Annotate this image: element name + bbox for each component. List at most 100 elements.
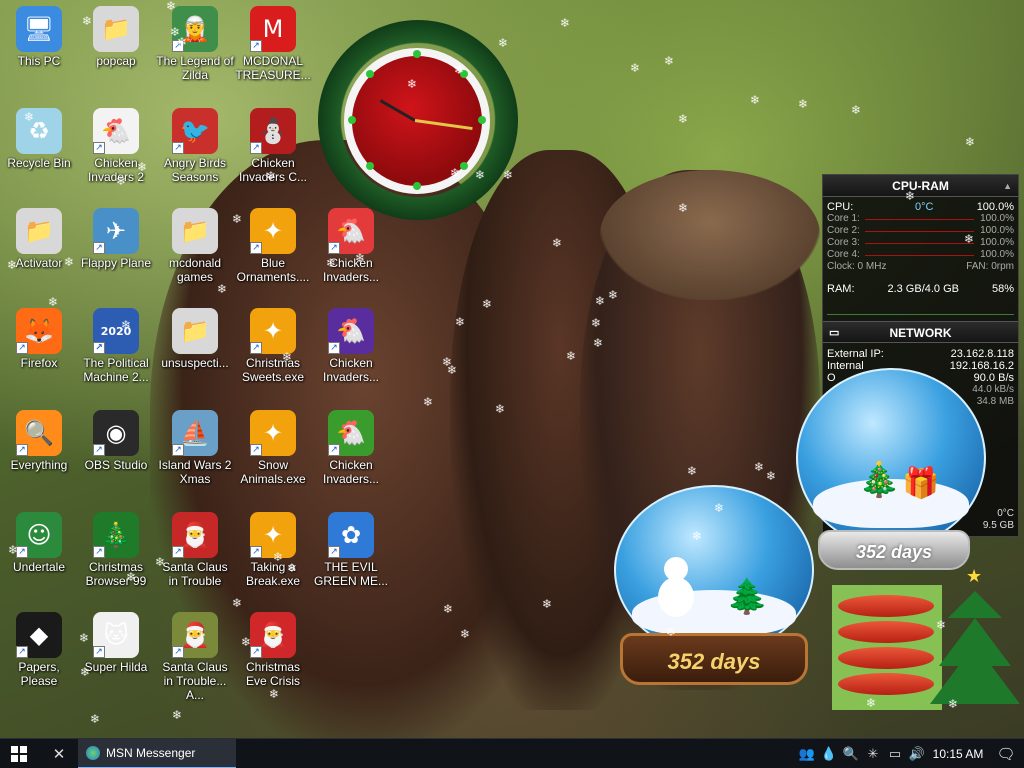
desktop-icon-label: THE EVIL GREEN ME... [313, 560, 388, 588]
folder-icon: 📁 [172, 208, 218, 254]
desktop-icon[interactable]: 2020 ↗ The Political Machine 2... [77, 306, 155, 402]
desktop-icon[interactable]: ✈ ↗ Flappy Plane [77, 206, 155, 302]
taskbar-clock[interactable]: 10:15 AM [928, 747, 988, 761]
desktop-icon[interactable]: 🎄 ↗ Christmas Browser 99 [77, 510, 155, 606]
fan-speed: FAN: 0rpm [966, 261, 1014, 272]
desktop-icon[interactable]: M ↗ MCDONAL TREASURE... [234, 4, 312, 100]
notification-icon[interactable]: 🗨 [988, 745, 1024, 763]
external-ip-value: 23.162.8.118 [950, 348, 1014, 360]
msn-messenger-icon [86, 746, 100, 760]
snowflake-icon: ❄ [566, 349, 577, 363]
network-icon[interactable]: ▭ [884, 746, 906, 762]
christmas-clock-widget[interactable] [318, 2, 518, 220]
desktop-icon[interactable]: 🐔 ↗ Chicken Invaders... [312, 408, 390, 504]
cpu-temp: 0°C [915, 201, 934, 213]
chicken-icon: 🐔 ↗ [328, 410, 374, 456]
countdown-label-large: 352 days [620, 633, 808, 685]
snowflake-icon: ❄ [630, 61, 641, 75]
desktop-icon[interactable]: ◆ ↗ Papers, Please [0, 610, 78, 706]
snow-globe-countdown-small[interactable]: 🎄 🎁 352 days [796, 368, 996, 588]
taskbar-app-msn-messenger[interactable]: MSN Messenger [78, 739, 236, 768]
snowflake-icon: ❄ [664, 54, 675, 68]
core-label: Core 1: [827, 213, 860, 224]
desktop-icon-label: mcdonald games [168, 256, 222, 284]
desktop-icon[interactable]: ⛵ ↗ Island Wars 2 Xmas [156, 408, 234, 504]
desktop-icon-label: Chicken Invaders... [322, 356, 380, 384]
desktop-icon[interactable]: 📁 Activator [0, 206, 78, 302]
angry-bird-icon: 🐦 ↗ [172, 108, 218, 154]
desktop-icon[interactable]: 🐔 ↗ Chicken Invaders... [312, 206, 390, 302]
water-drop-icon[interactable]: 💧 [818, 746, 840, 762]
snowflake-icon: ❄ [750, 93, 761, 107]
desktop-icon[interactable]: 🐦 ↗ Angry Birds Seasons [156, 106, 234, 202]
desktop-icon[interactable]: ✦ ↗ Snow Animals.exe [234, 408, 312, 504]
start-button[interactable] [0, 739, 38, 768]
desktop-icon-label: Chicken Invaders... [322, 256, 380, 284]
desktop-icon[interactable]: 🧝 ↗ The Legend of Zilda [156, 4, 234, 100]
shortcut-arrow-icon: ↗ [250, 646, 262, 658]
drive-temp: 0°C [997, 508, 1014, 519]
snowflake-icon: ❄ [8, 543, 19, 557]
snowflake-icon: ❄ [166, 0, 177, 13]
core-row: Core 2: 100.0% [823, 225, 1018, 237]
search-tray-icon[interactable]: 🔍 [840, 746, 862, 762]
desktop-icon[interactable]: 🖥 This PC [0, 4, 78, 100]
cpu-clock: Clock: 0 MHz [827, 261, 887, 272]
desktop-icon[interactable]: 🎅 ↗ Santa Claus in Trouble [156, 510, 234, 606]
snowflake-icon: ❄ [90, 712, 101, 726]
shortcut-arrow-icon: ↗ [250, 546, 262, 558]
obs-icon: ◉ ↗ [93, 410, 139, 456]
desktop-icon[interactable]: ♻ Recycle Bin [0, 106, 78, 202]
computer-icon: 🖥 [16, 6, 62, 52]
snowflake-icon: ❄ [964, 232, 975, 246]
desktop-icon[interactable]: ✦ ↗ Blue Ornaments.... [234, 206, 312, 302]
snowflake-icon: ❄ [326, 256, 337, 270]
desktop-icon[interactable]: 🔍 ↗ Everything [0, 408, 78, 504]
desktop-icon-label: The Political Machine 2... [83, 356, 149, 384]
desktop-icon[interactable]: 🎅 ↗ Santa Claus in Trouble... A... [156, 610, 234, 706]
core-value: 100.0% [980, 237, 1014, 248]
desktop-icon[interactable]: ✦ ↗ Christmas Sweets.exe [234, 306, 312, 402]
snowflake-icon: ❄ [475, 168, 486, 182]
snowflake-icon: ❄ [137, 160, 148, 174]
desktop-icon-label: Recycle Bin [7, 156, 71, 170]
people-icon[interactable]: 👥 [796, 746, 818, 762]
desktop-icon-label: Christmas Eve Crisis [245, 660, 300, 688]
collapse-arrow-icon[interactable]: ▲ [1003, 175, 1012, 197]
folder-icon: 📁 [16, 208, 62, 254]
volume-icon[interactable]: 🔊 [906, 746, 928, 762]
snowflake-icon: ❄ [443, 602, 454, 616]
desktop-icon[interactable]: ☺ ↗ Undertale [0, 510, 78, 606]
desktop-icon[interactable]: ◉ ↗ OBS Studio [77, 408, 155, 504]
ram-used: 2.3 GB/4.0 GB [887, 283, 959, 295]
clock-marker [478, 116, 486, 124]
desktop-icon[interactable]: ✿ ↗ THE EVIL GREEN ME... [312, 510, 390, 606]
firefox-icon: 🦊 ↗ [16, 308, 62, 354]
snowflake-icon: ❄ [455, 315, 466, 329]
snowflake-icon: ❄ [851, 103, 862, 117]
desktop-icon-label: MCDONAL TREASURE... [235, 54, 311, 82]
snowman-icon [656, 557, 696, 627]
core-value: 100.0% [980, 213, 1014, 224]
core-value: 100.0% [980, 225, 1014, 236]
snowflake-icon: ❄ [965, 135, 976, 149]
desktop-icon[interactable]: ⛄ ↗ Chicken Invaders C... [234, 106, 312, 202]
clock-marker [348, 116, 356, 124]
shortcut-arrow-icon: ↗ [328, 242, 340, 254]
shortcut-arrow-icon: ↗ [250, 444, 262, 456]
desktop-icon[interactable]: 🦊 ↗ Firefox [0, 306, 78, 402]
snow-globe-countdown-large[interactable]: 🌲 352 days [612, 485, 816, 697]
core-row: Core 3: 100.0% [823, 237, 1018, 249]
snowflake-icon: ❄ [560, 16, 571, 30]
shortcut-arrow-icon: ↗ [16, 646, 28, 658]
desktop-icon[interactable]: 🐔 ↗ Chicken Invaders... [312, 306, 390, 402]
core-row: Core 1: 100.0% [823, 213, 1018, 225]
desktop-icon[interactable]: 🐱 ↗ Super Hilda [77, 610, 155, 706]
snowflake-icon: ❄ [454, 63, 465, 77]
snowflake-icon: ❄ [678, 112, 689, 126]
desktop-icon[interactable]: 📁 unsuspecti... [156, 306, 234, 402]
santa-icon: 🎅 ↗ [250, 612, 296, 658]
snowflake-icon: ❄ [48, 295, 59, 309]
snowflake-icon[interactable]: ✳ [862, 746, 884, 762]
tools-icon[interactable]: ✕ [44, 739, 74, 768]
